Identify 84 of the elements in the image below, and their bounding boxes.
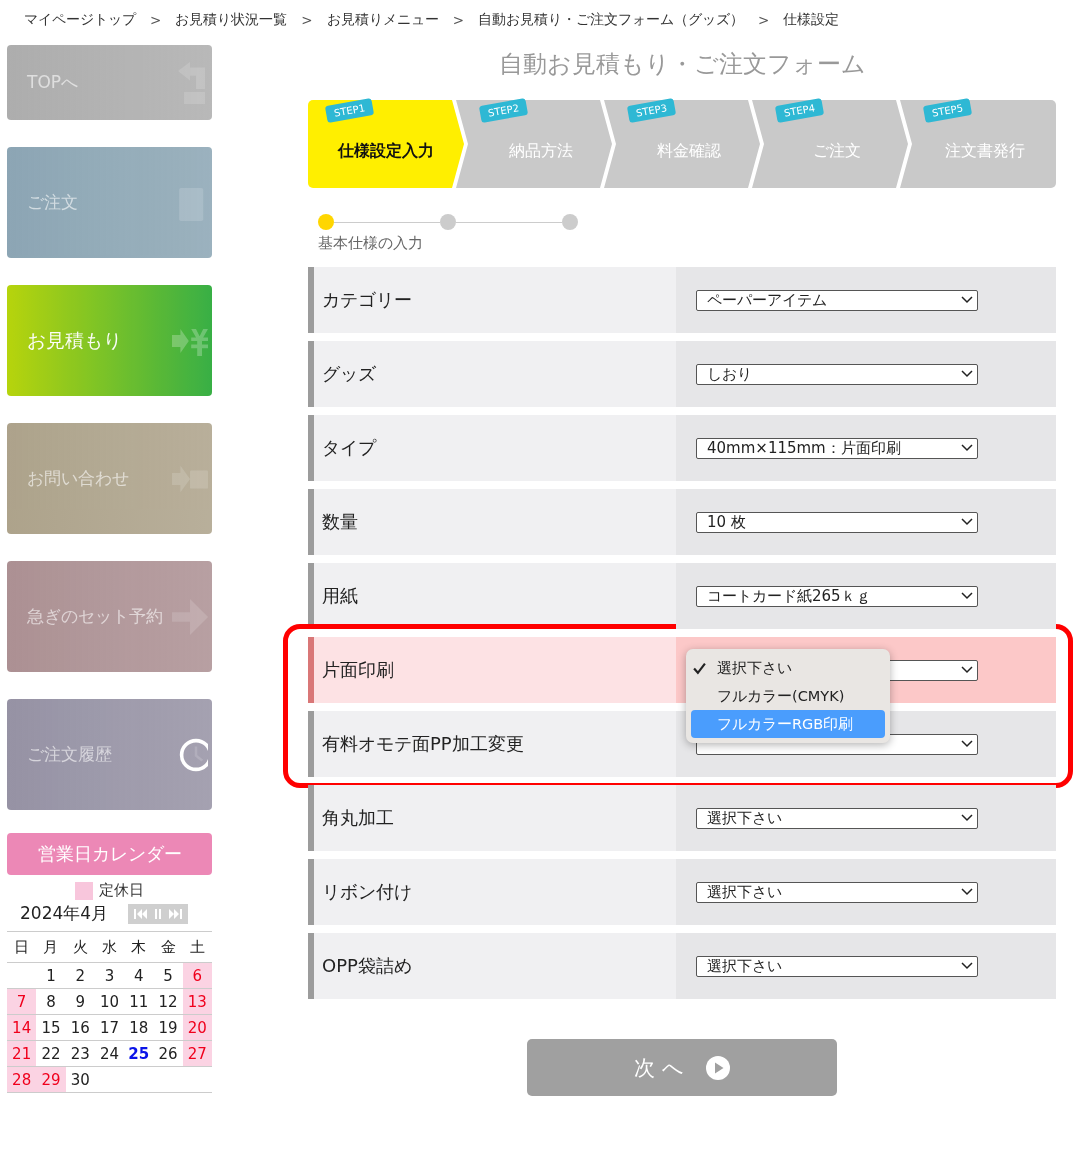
breadcrumb-separator: > [301, 12, 313, 28]
calendar-day: 15 [36, 1014, 66, 1041]
field-label: 用紙 [321, 584, 359, 608]
breadcrumb-separator: > [452, 12, 464, 28]
calendar-day: 25 [124, 1040, 154, 1067]
calendar-day: 29 [36, 1066, 66, 1093]
calendar-day: 16 [65, 1014, 95, 1041]
calendar-day: 18 [124, 1014, 154, 1041]
form-title: 自動お見積もり・ご注文フォーム [497, 49, 867, 80]
chevron-down-icon [961, 296, 973, 304]
checkmark-icon [693, 661, 706, 675]
select-field[interactable]: 選択下さい [696, 807, 978, 829]
calendar-day: 8 [36, 988, 66, 1015]
select-field[interactable]: 10 枚 [696, 511, 978, 533]
weekday-label: 土 [182, 931, 212, 963]
weekday-label: 火 [65, 931, 95, 963]
select-field[interactable]: ペーパーアイテム [696, 289, 978, 311]
play-icon [705, 1055, 730, 1080]
chevron-down-icon [961, 962, 973, 970]
field-label: リボン付け [321, 880, 413, 904]
breadcrumb-link[interactable]: マイページトップ [24, 11, 136, 29]
breadcrumb-separator: > [150, 12, 162, 28]
breadcrumb-link[interactable]: 仕様設定 [783, 11, 840, 29]
calendar-day: 27 [182, 1040, 212, 1067]
calendar-day: 13 [182, 988, 212, 1015]
breadcrumb-separator: > [757, 12, 770, 28]
calendar-day: 26 [153, 1040, 183, 1067]
calendar-day: 4 [124, 962, 154, 989]
calendar-day: 14 [7, 1014, 37, 1041]
breadcrumb-link[interactable]: お見積りメニュー [326, 11, 439, 29]
field-label: OPP袋詰め [321, 954, 413, 978]
calendar-day: 3 [94, 962, 125, 989]
select-field[interactable]: しおり [696, 363, 978, 385]
chevron-down-icon [961, 444, 973, 452]
calendar-title: 営業日カレンダー [7, 833, 212, 875]
select-field[interactable]: コートカード紙265ｋｇ [696, 585, 978, 607]
legend-label: 定休日 [99, 881, 144, 900]
field-label: 数量 [321, 510, 359, 534]
weekday-label: 木 [124, 931, 154, 963]
calendar-day: 2 [65, 962, 95, 989]
field-label: 角丸加工 [321, 806, 395, 830]
chevron-down-icon [961, 814, 973, 822]
field-label: 片面印刷 [321, 658, 395, 682]
calendar-day: 20 [182, 1014, 212, 1041]
weekday-label: 水 [94, 931, 125, 963]
chevron-down-icon [961, 518, 973, 526]
chevron-down-icon [961, 740, 973, 748]
breadcrumb-link[interactable]: 自動お見積り・ご注文フォーム（グッズ） [477, 11, 744, 29]
calendar-day: 7 [7, 988, 37, 1015]
calendar-day: 17 [94, 1014, 125, 1041]
calendar-day: 1 [36, 962, 66, 989]
chevron-down-icon [961, 666, 973, 674]
calendar-month: 2024年4月 [20, 902, 109, 925]
chevron-down-icon [961, 888, 973, 896]
calendar-day: 5 [153, 962, 183, 989]
chevron-down-icon [961, 370, 973, 378]
calendar-day: 24 [94, 1040, 125, 1067]
calendar-day: 30 [65, 1066, 95, 1093]
calendar-day: 28 [7, 1066, 37, 1093]
calendar-day: 22 [36, 1040, 66, 1067]
field-label: カテゴリー [321, 288, 413, 312]
breadcrumb-link[interactable]: お見積り状況一覧 [175, 11, 288, 29]
weekday-label: 金 [153, 931, 183, 963]
select-field[interactable]: 選択下さい [696, 881, 978, 903]
calendar-day: 6 [182, 962, 212, 989]
calendar-day: 9 [65, 988, 95, 1015]
calendar-day: 19 [153, 1014, 183, 1041]
calendar-day: 12 [153, 988, 183, 1015]
holiday-swatch-icon [75, 881, 93, 900]
weekday-label: 日 [7, 931, 37, 963]
field-label: タイプ [321, 436, 378, 460]
chevron-down-icon [961, 592, 973, 600]
weekday-label: 月 [36, 931, 66, 963]
field-label: グッズ [321, 362, 377, 386]
calendar-day: 21 [7, 1040, 37, 1067]
progress-caption: 基本仕様の入力 [317, 234, 424, 253]
calendar-day: 10 [94, 988, 125, 1015]
select-field[interactable]: 40mm×115mm：片面印刷 [696, 437, 978, 459]
dropdown-option[interactable]: フルカラー(CMYK) [691, 682, 885, 710]
dropdown-option[interactable]: 選択下さい [691, 654, 885, 682]
field-label: 有料オモテ面PP加工変更 [321, 732, 525, 756]
calendar-day: 11 [124, 988, 154, 1015]
calendar-day: 23 [65, 1040, 95, 1067]
select-field[interactable]: 選択下さい [696, 955, 978, 977]
